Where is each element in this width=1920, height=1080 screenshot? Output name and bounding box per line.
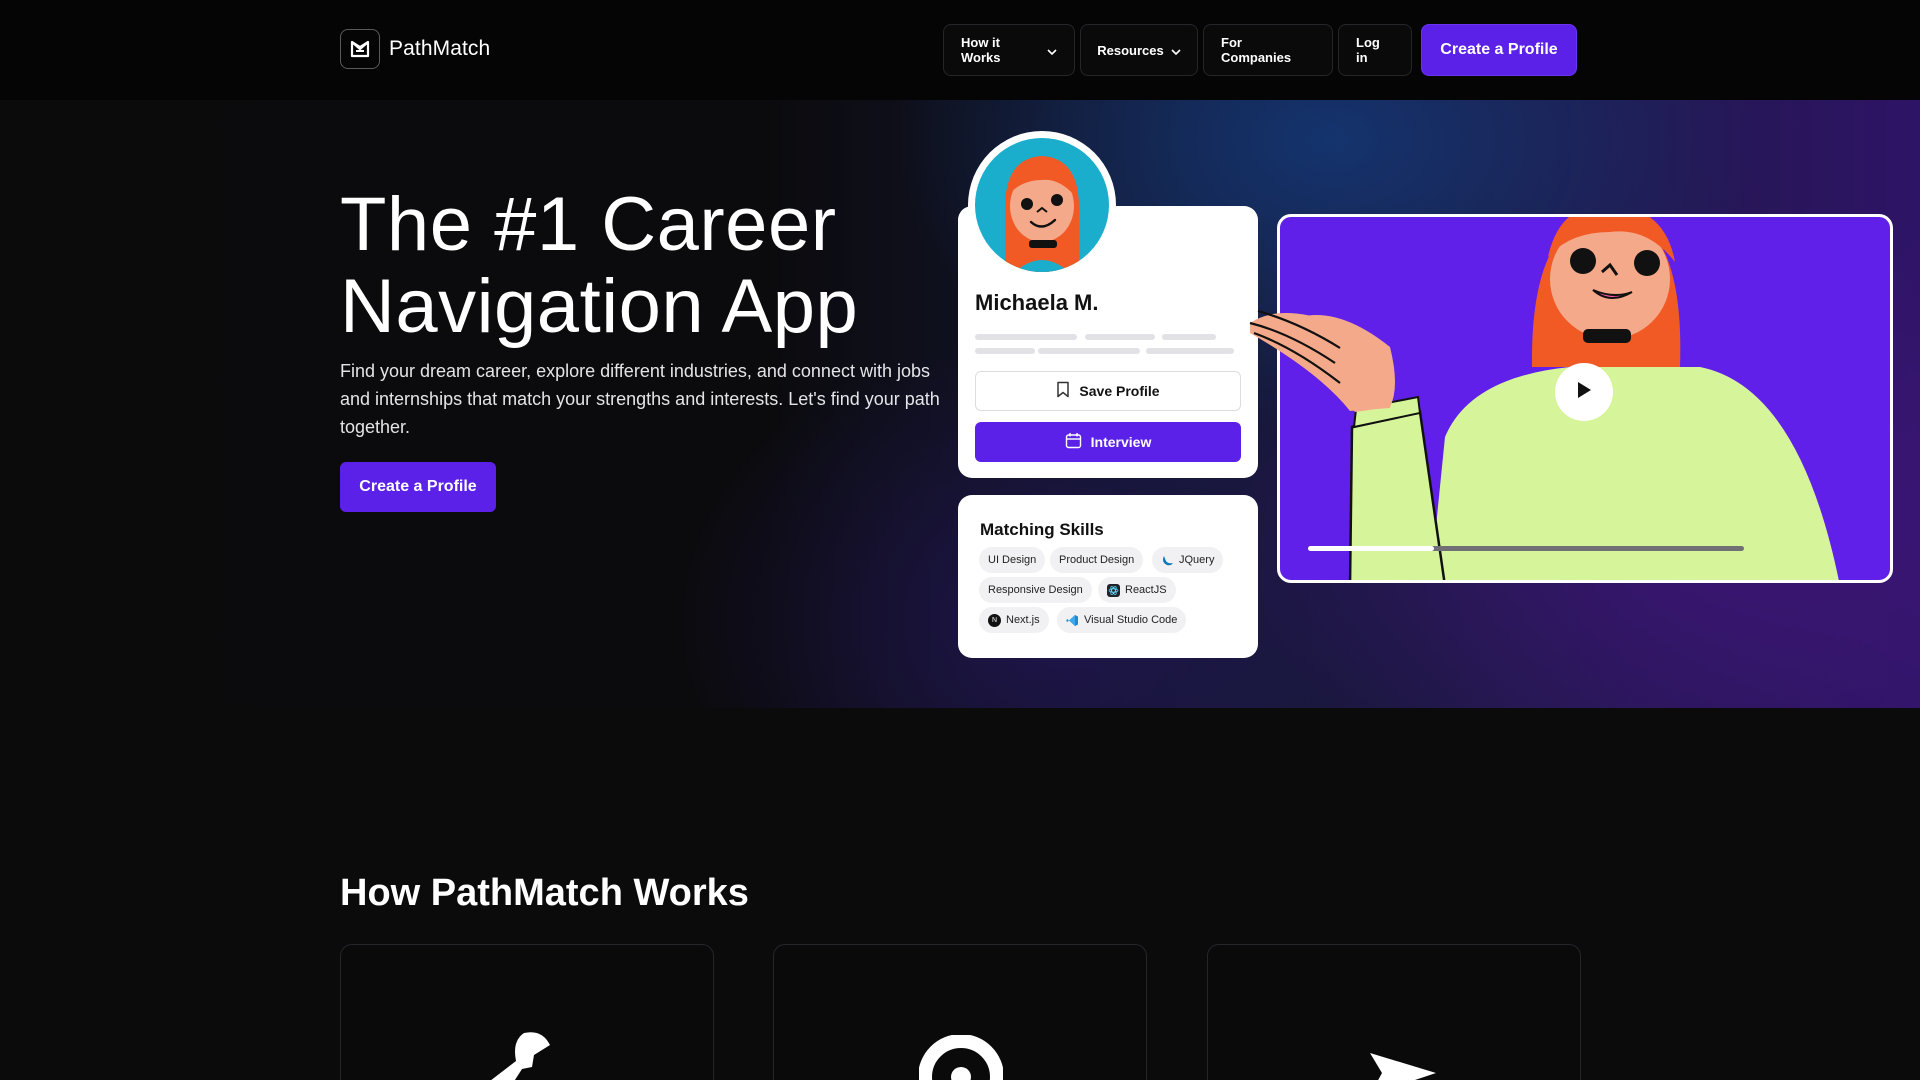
hero-subtitle: Find your dream career, explore differen… <box>340 361 940 437</box>
calendar-icon <box>1065 432 1082 452</box>
nav-for-companies-button[interactable]: For Companies <box>1203 24 1333 76</box>
site-header: PathMatch How it Works Resources For Com… <box>0 0 1920 100</box>
skill-chip: JQuery <box>1152 547 1224 573</box>
main-nav: How it Works Resources For Companies Log… <box>943 24 1577 76</box>
play-icon <box>1575 380 1593 405</box>
interview-button[interactable]: Interview <box>975 422 1241 462</box>
skeleton-line <box>975 348 1035 354</box>
send-icon <box>1368 1051 1438 1080</box>
chevron-down-icon <box>1047 43 1057 58</box>
matching-skills-title: Matching Skills <box>980 520 1104 539</box>
skill-chip: UI Design <box>979 547 1046 573</box>
skeleton-line <box>1038 348 1140 354</box>
vscode-icon <box>1066 614 1079 627</box>
video-progress-fill <box>1308 546 1435 551</box>
how-it-works-heading: How PathMatch Works <box>340 872 749 914</box>
how-step-card <box>773 944 1147 1080</box>
skeleton-line <box>1162 334 1216 340</box>
nav-how-it-works-label: How it Works <box>961 35 1001 65</box>
skill-chip-label: UI Design <box>988 554 1037 566</box>
skeleton-line <box>1146 348 1234 354</box>
avatar-illustration <box>975 138 1109 272</box>
hero-title-line1: The #1 Career <box>340 182 837 267</box>
skeleton-line <box>1085 334 1155 340</box>
brand-logo[interactable]: PathMatch <box>340 29 490 69</box>
hero-create-profile-button[interactable]: Create a Profile <box>340 462 496 512</box>
skill-chip: N Next.js <box>979 607 1049 633</box>
chevron-down-icon <box>1171 43 1181 58</box>
hero-title-line2: Navigation App <box>340 264 859 349</box>
skill-chip: Responsive Design <box>979 577 1092 603</box>
skill-chip-label: Next.js <box>1006 614 1040 626</box>
hero-create-profile-label: Create a Profile <box>359 478 477 495</box>
hand-illustration <box>1249 309 1390 411</box>
react-icon <box>1107 583 1120 597</box>
hero-title: The #1 Career Navigation App <box>340 184 858 348</box>
interview-label: Interview <box>1090 434 1152 450</box>
nav-how-it-works-button[interactable]: How it Works <box>943 24 1075 76</box>
how-step-card <box>1207 944 1581 1080</box>
skill-chip-label: ReactJS <box>1125 584 1167 596</box>
save-profile-label: Save Profile <box>1079 383 1160 399</box>
skill-chip: Visual Studio Code <box>1057 607 1187 633</box>
save-profile-button[interactable]: Save Profile <box>975 371 1241 411</box>
skill-chip-label: JQuery <box>1179 554 1215 566</box>
target-icon <box>918 1034 1004 1080</box>
nextjs-icon: N <box>988 613 1001 627</box>
skill-chip: ReactJS <box>1098 577 1176 603</box>
video-play-button[interactable] <box>1555 363 1613 421</box>
nav-resources-button[interactable]: Resources <box>1080 24 1198 76</box>
pathmatch-logo-icon <box>340 29 380 69</box>
jquery-icon <box>1161 554 1174 567</box>
profile-name: Michaela M. <box>975 290 1099 315</box>
skeleton-line <box>975 334 1077 340</box>
login-button[interactable]: Log in <box>1338 24 1412 76</box>
how-step-card <box>340 944 714 1080</box>
skill-chip-label: Product Design <box>1059 554 1135 566</box>
bookmark-icon <box>1056 381 1070 401</box>
login-label: Log in <box>1356 35 1380 65</box>
nav-resources-label: Resources <box>1097 42 1164 58</box>
skill-chip: Product Design <box>1050 547 1144 573</box>
brand-name: PathMatch <box>389 37 491 60</box>
skill-chip-label: Responsive Design <box>988 584 1083 596</box>
nav-for-companies-label: For Companies <box>1221 35 1292 65</box>
skill-chip-label: Visual Studio Code <box>1084 614 1178 626</box>
header-create-profile-button[interactable]: Create a Profile <box>1421 24 1577 76</box>
wrench-icon <box>476 1025 556 1080</box>
avatar <box>968 131 1116 279</box>
header-create-profile-label: Create a Profile <box>1440 41 1558 58</box>
